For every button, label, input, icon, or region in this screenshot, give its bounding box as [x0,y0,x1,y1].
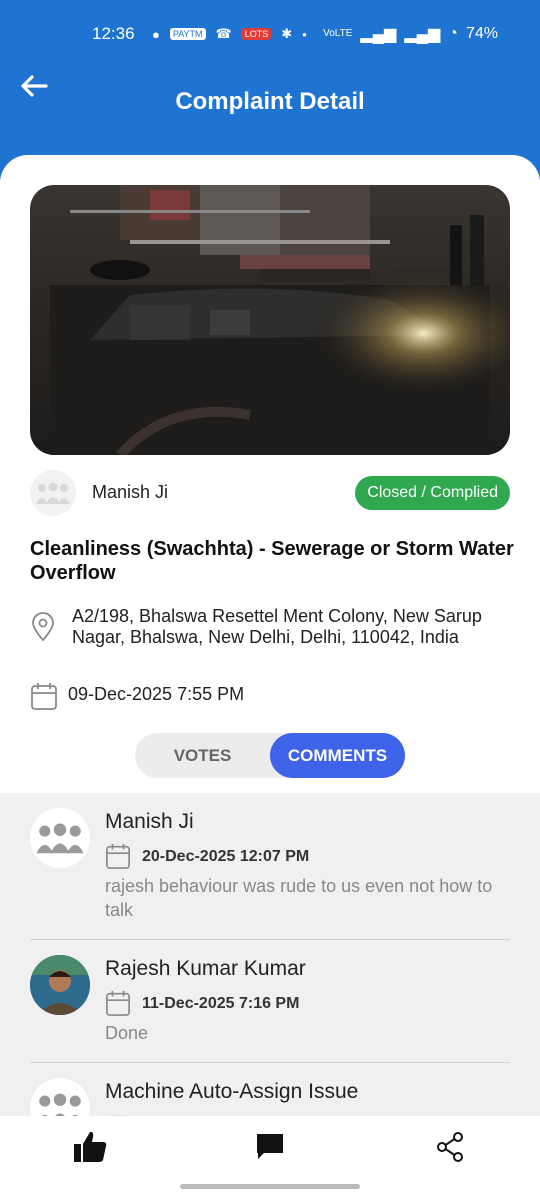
complaint-address: A2/198, Bhalswa Resettel Ment Colony, Ne… [72,606,482,647]
app-notification-icon: ✱ [281,26,293,41]
battery-icon: ◔ [448,25,458,42]
comment-author: Machine Auto-Assign Issue [105,1080,359,1103]
comment-item: Manish Ji 20-Dec-2025 12:07 PM rajesh be… [30,808,510,928]
divider [30,1062,510,1063]
tab-comments[interactable]: COMMENTS [270,733,405,778]
status-time: 12:36 [92,24,135,43]
group-avatar-icon [30,808,90,868]
votes-comments-toggle: VOTES COMMENTS [135,733,405,778]
page-title: Complaint Detail [175,88,365,115]
group-avatar-icon [30,470,76,516]
comment-author: Rajesh Kumar Kumar [105,957,306,980]
comment-date: 11-Dec-2025 7:16 PM [142,995,300,1012]
comment-text: Done [105,1023,149,1043]
group-avatar-icon [30,1078,90,1116]
battery-percent: 74% [465,25,498,42]
comment-text: rajesh behaviour was rude to us even not… [105,876,493,920]
bottom-nav [0,1116,540,1178]
divider [30,939,510,940]
tab-votes[interactable]: VOTES [135,733,270,778]
comment-item: Rajesh Kumar Kumar 11-Dec-2025 7:16 PM D… [30,955,510,1055]
comment-icon[interactable] [250,1128,290,1166]
comment-date: 20-Dec-2025 12:07 PM [142,848,310,865]
system-icons: VoLTE ▂▄▆ ▂▄▆ ◔ 74% [323,24,498,44]
complaint-photo[interactable] [30,185,510,455]
complaint-datetime: 09-Dec-2025 7:55 PM [68,684,245,704]
home-indicator[interactable] [180,1184,360,1189]
owner-name: Manish Ji [92,482,169,502]
lots-notification-icon: LOTS [241,28,272,40]
status-bar: 12:36 ● PAYTM ☎ LOTS ✱ • VoLTE ▂▄▆ ▂▄▆ ◔… [0,22,540,50]
thumbs-up-icon[interactable] [70,1128,110,1166]
complaint-owner-row: Manish Ji Closed / Complied [30,470,510,516]
status-badge: Closed / Complied [355,476,510,510]
calendar-icon [105,989,131,1022]
signal-icon: ▂▄▆ [360,26,397,43]
calendar-icon [30,681,58,716]
comment-author: Manish Ji [105,810,194,833]
comment-item: Machine Auto-Assign Issue [30,1078,510,1116]
notification-icons: ● PAYTM ☎ LOTS ✱ • [152,26,307,42]
location-pin-icon [30,612,56,647]
user-photo-avatar [30,955,90,1015]
share-icon[interactable] [430,1128,470,1166]
app-header: 12:36 ● PAYTM ☎ LOTS ✱ • VoLTE ▂▄▆ ▂▄▆ ◔… [0,0,540,180]
complaint-title: Cleanliness (Swachhta) - Sewerage or Sto… [30,538,514,584]
signal-icon-2: ▂▄▆ [404,26,441,43]
comments-list[interactable]: Manish Ji 20-Dec-2025 12:07 PM rajesh be… [0,793,540,1116]
more-notifications-icon: • [302,26,307,42]
chat-notification-icon: ● [152,26,160,42]
call-notification-icon: ☎ [215,26,232,41]
paytm-notification-icon: PAYTM [169,28,206,40]
volte-icon: VoLTE [323,28,353,39]
calendar-icon [105,842,131,875]
